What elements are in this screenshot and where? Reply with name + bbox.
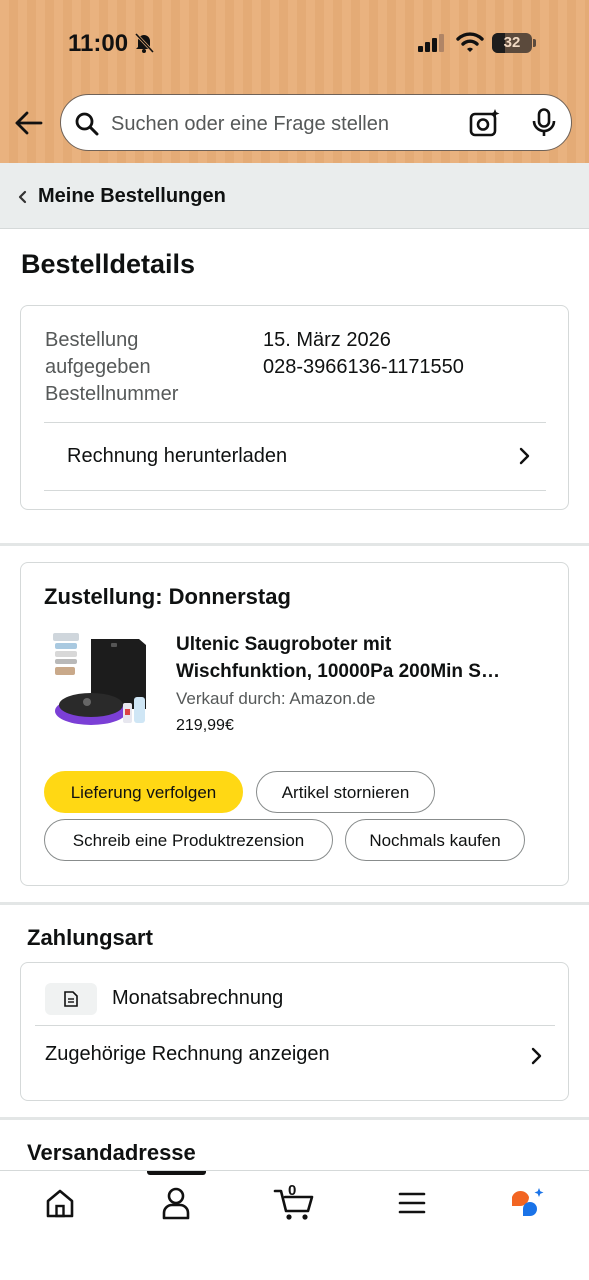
order-number-label: Bestellnummer: [45, 383, 179, 405]
search-icon: [75, 112, 99, 136]
buy-again-button[interactable]: Nochmals kaufen: [345, 819, 525, 861]
page-title: Bestelldetails: [21, 249, 196, 279]
shipment-card: Zustellung: Donnerstag Ultenic Saugrobot…: [20, 562, 569, 886]
chevron-left-icon: [18, 190, 27, 204]
breadcrumb-label[interactable]: Meine Bestellungen: [38, 185, 226, 208]
payment-card: Monatsabrechnung Zugehörige Rechnung anz…: [20, 962, 569, 1101]
section-divider: [0, 1117, 589, 1120]
view-related-invoice-link[interactable]: Zugehörige Rechnung anzeigen: [45, 1043, 330, 1066]
section-divider: [0, 543, 589, 546]
microphone-icon[interactable]: [531, 108, 557, 138]
order-number: 028-3966136-1171550: [263, 356, 464, 378]
order-placed-label: Bestellung aufgegeben: [45, 329, 151, 378]
download-invoice-label[interactable]: Rechnung herunterladen: [67, 445, 287, 468]
payment-method-row: Monatsabrechnung: [35, 975, 555, 1026]
payment-section-title: Zahlungsart: [27, 925, 153, 950]
chevron-right-icon[interactable]: [530, 1047, 542, 1065]
home-icon[interactable]: [40, 1185, 80, 1221]
app-header: 11:00 32 Suchen oder eine Frage stellen: [0, 0, 589, 163]
product-title-line-2: Wischfunktion, 10000Pa 200Min S…: [176, 661, 500, 682]
search-bar[interactable]: Suchen oder eine Frage stellen: [60, 94, 572, 151]
search-placeholder: Suchen oder eine Frage stellen: [111, 113, 389, 135]
back-arrow-icon[interactable]: [14, 110, 44, 136]
cancel-item-button[interactable]: Artikel stornieren: [256, 771, 435, 813]
battery-indicator: 32: [492, 33, 536, 53]
payment-method-label: Monatsabrechnung: [112, 987, 284, 1009]
order-info-labels: Bestellung aufgegeben Bestellnummer: [45, 327, 235, 408]
write-review-button[interactable]: Schreib eine Produktrezension: [44, 819, 333, 861]
product-title[interactable]: Ultenic Saugroboter mit Wischfunktion, 1…: [176, 631, 548, 685]
product-image[interactable]: [51, 629, 151, 733]
chevron-right-icon: [519, 447, 530, 465]
order-info-card: Bestellung aufgegeben Bestellnummer 15. …: [20, 305, 569, 510]
invoice-document-icon: [45, 983, 97, 1015]
wifi-icon: [456, 32, 484, 52]
order-placed-date: 15. März 2026: [263, 329, 391, 351]
order-info-values: 15. März 2026 028-3966136-1171550: [263, 327, 464, 381]
status-time: 11:00: [68, 30, 129, 57]
section-divider: [0, 902, 589, 905]
silent-bell-icon: [134, 32, 155, 54]
rufus-assistant-icon[interactable]: [508, 1185, 548, 1221]
bottom-navigation: 0: [0, 1170, 589, 1280]
product-seller: Verkauf durch: Amazon.de: [176, 689, 376, 708]
cart-count: 0: [288, 1182, 297, 1199]
cellular-signal-icon: [418, 34, 444, 52]
cart-button[interactable]: 0: [272, 1182, 316, 1221]
product-price: 219,99€: [176, 717, 234, 734]
account-icon[interactable]: [156, 1185, 196, 1221]
camera-lens-icon[interactable]: [469, 108, 501, 138]
product-title-line-1: Ultenic Saugroboter mit: [176, 634, 392, 655]
shipping-address-title: Versandadresse: [27, 1140, 196, 1165]
delivery-title: Zustellung: Donnerstag: [44, 584, 291, 609]
battery-level: 32: [503, 34, 521, 51]
active-tab-indicator: [147, 1171, 206, 1175]
menu-icon[interactable]: [392, 1185, 432, 1221]
breadcrumb[interactable]: Meine Bestellungen: [0, 163, 589, 229]
download-invoice-row[interactable]: Rechnung herunterladen: [44, 422, 546, 491]
track-delivery-button[interactable]: Lieferung verfolgen: [44, 771, 243, 813]
